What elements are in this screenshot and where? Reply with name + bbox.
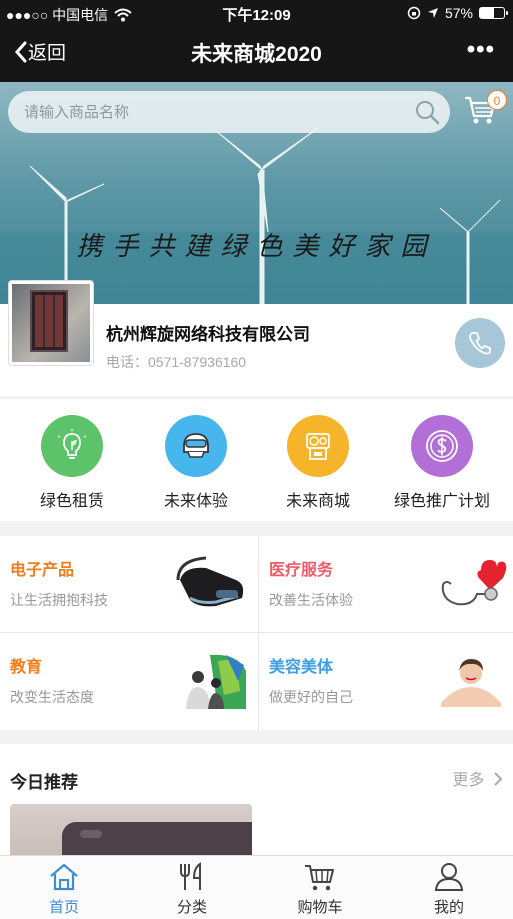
more-link[interactable]: 更多 [453,766,503,790]
smiling-woman-image [441,659,501,707]
quick-item-green-promotion[interactable]: 绿色推广计划 [378,415,506,511]
tab-category[interactable]: 分类 [128,862,256,917]
cart-icon [305,865,334,891]
home-icon [50,863,78,891]
category-grid: 电子产品 让生活拥抱科技 医疗服务 改善生活体验 教育 改变生活态度 美容美体 … [0,536,513,730]
solar-panel-shape [30,290,68,352]
quick-circle [287,415,349,477]
company-card: 杭州辉旋网络科技有限公司 电话：0571-87936160 [0,280,513,396]
quick-menu: 绿色租赁 未来体验 未来商城 绿色推广计划 [0,398,513,521]
category-beauty[interactable]: 美容美体 做更好的自己 [259,633,513,729]
recommend-title: 今日推荐 [10,773,78,792]
quick-circle [411,415,473,477]
quick-item-label: 绿色推广计划 [393,493,490,510]
company-phone: 电话：0571-87936160 [106,354,247,370]
status-bar: ●●●○○ 中国电信 下午12:09 57% [0,0,513,26]
quick-item-label: 未来商城 [285,493,350,510]
quick-item-future-experience[interactable]: 未来体验 [132,415,260,511]
battery-level [480,8,494,18]
search-input[interactable] [24,91,404,133]
education-people-image [186,654,246,709]
location-arrow-icon [427,8,438,18]
solar-charger-photo [12,284,90,362]
rotation-lock-icon [407,6,421,20]
company-logo [8,280,94,366]
top-bar: ●●●○○ 中国电信 下午12:09 57% 返回 未来商城2020 ••• [0,0,513,82]
quick-item-label: 未来体验 [163,493,228,510]
company-name: 杭州辉旋网络科技有限公司 [106,325,310,344]
tab-home[interactable]: 首页 [0,862,128,917]
category-subtitle: 改善生活体验 [269,592,353,608]
battery-percent: 57% [444,5,473,21]
person-icon [434,863,464,891]
hero-banner[interactable]: 携手共建绿色美好家园 0 [0,82,513,304]
status-right: 57% [407,5,508,21]
app-page: ●●●○○ 中国电信 下午12:09 57% 返回 未来商城2020 ••• 携… [0,0,513,919]
search-icon[interactable] [414,99,440,125]
tab-label: 分类 [176,899,207,916]
lightbulb-leaf-icon [57,429,87,459]
phone-icon [469,332,491,355]
call-button[interactable] [455,318,505,368]
dollar-coin-icon [426,430,458,462]
chevron-right-icon [494,772,503,786]
tab-label: 首页 [48,899,79,916]
cart-count-badge: 0 [487,90,507,110]
nav-bar: 返回 未来商城2020 ••• [0,30,513,76]
tab-cart[interactable]: 购物车 [256,862,384,917]
quick-item-green-lease[interactable]: 绿色租赁 [8,415,136,511]
category-subtitle: 改变生活态度 [10,689,94,705]
grid-divider-vertical [258,536,259,730]
shop-icon [306,433,330,460]
category-subtitle: 让生活拥抱科技 [10,592,108,608]
quick-circle [165,415,227,477]
category-title: 美容美体 [269,659,334,676]
page-title: 未来商城2020 [191,43,322,66]
category-electronics[interactable]: 电子产品 让生活拥抱科技 [0,536,256,632]
category-title: 教育 [10,659,43,676]
helmet-icon [183,433,209,458]
quick-circle [41,415,103,477]
tab-label: 我的 [433,899,464,916]
category-subtitle: 做更好的自己 [269,689,353,705]
more-label: 更多 [452,772,485,789]
bottom-tab-bar: 首页 分类 购物车 我的 [0,855,513,919]
search-bar[interactable] [8,91,450,133]
category-education[interactable]: 教育 改变生活态度 [0,633,256,729]
battery-icon [479,7,508,19]
fork-knife-icon [180,862,201,890]
category-medical[interactable]: 医疗服务 改善生活体验 [259,536,513,632]
more-menu-button[interactable]: ••• [467,36,495,64]
cart-button[interactable]: 0 [463,90,507,132]
heart-stethoscope-image [441,560,507,606]
recommend-section: 今日推荐 更多 [0,744,513,864]
tab-profile[interactable]: 我的 [385,862,513,917]
tab-label: 购物车 [297,899,343,916]
grid-divider-horizontal [0,632,513,633]
category-title: 医疗服务 [269,562,334,579]
quick-item-future-mall[interactable]: 未来商城 [254,415,382,511]
quick-item-label: 绿色租赁 [39,493,104,510]
banner-slogan: 携手共建绿色美好家园 [76,232,437,262]
vr-headset-image [176,556,244,607]
category-title: 电子产品 [10,562,75,579]
